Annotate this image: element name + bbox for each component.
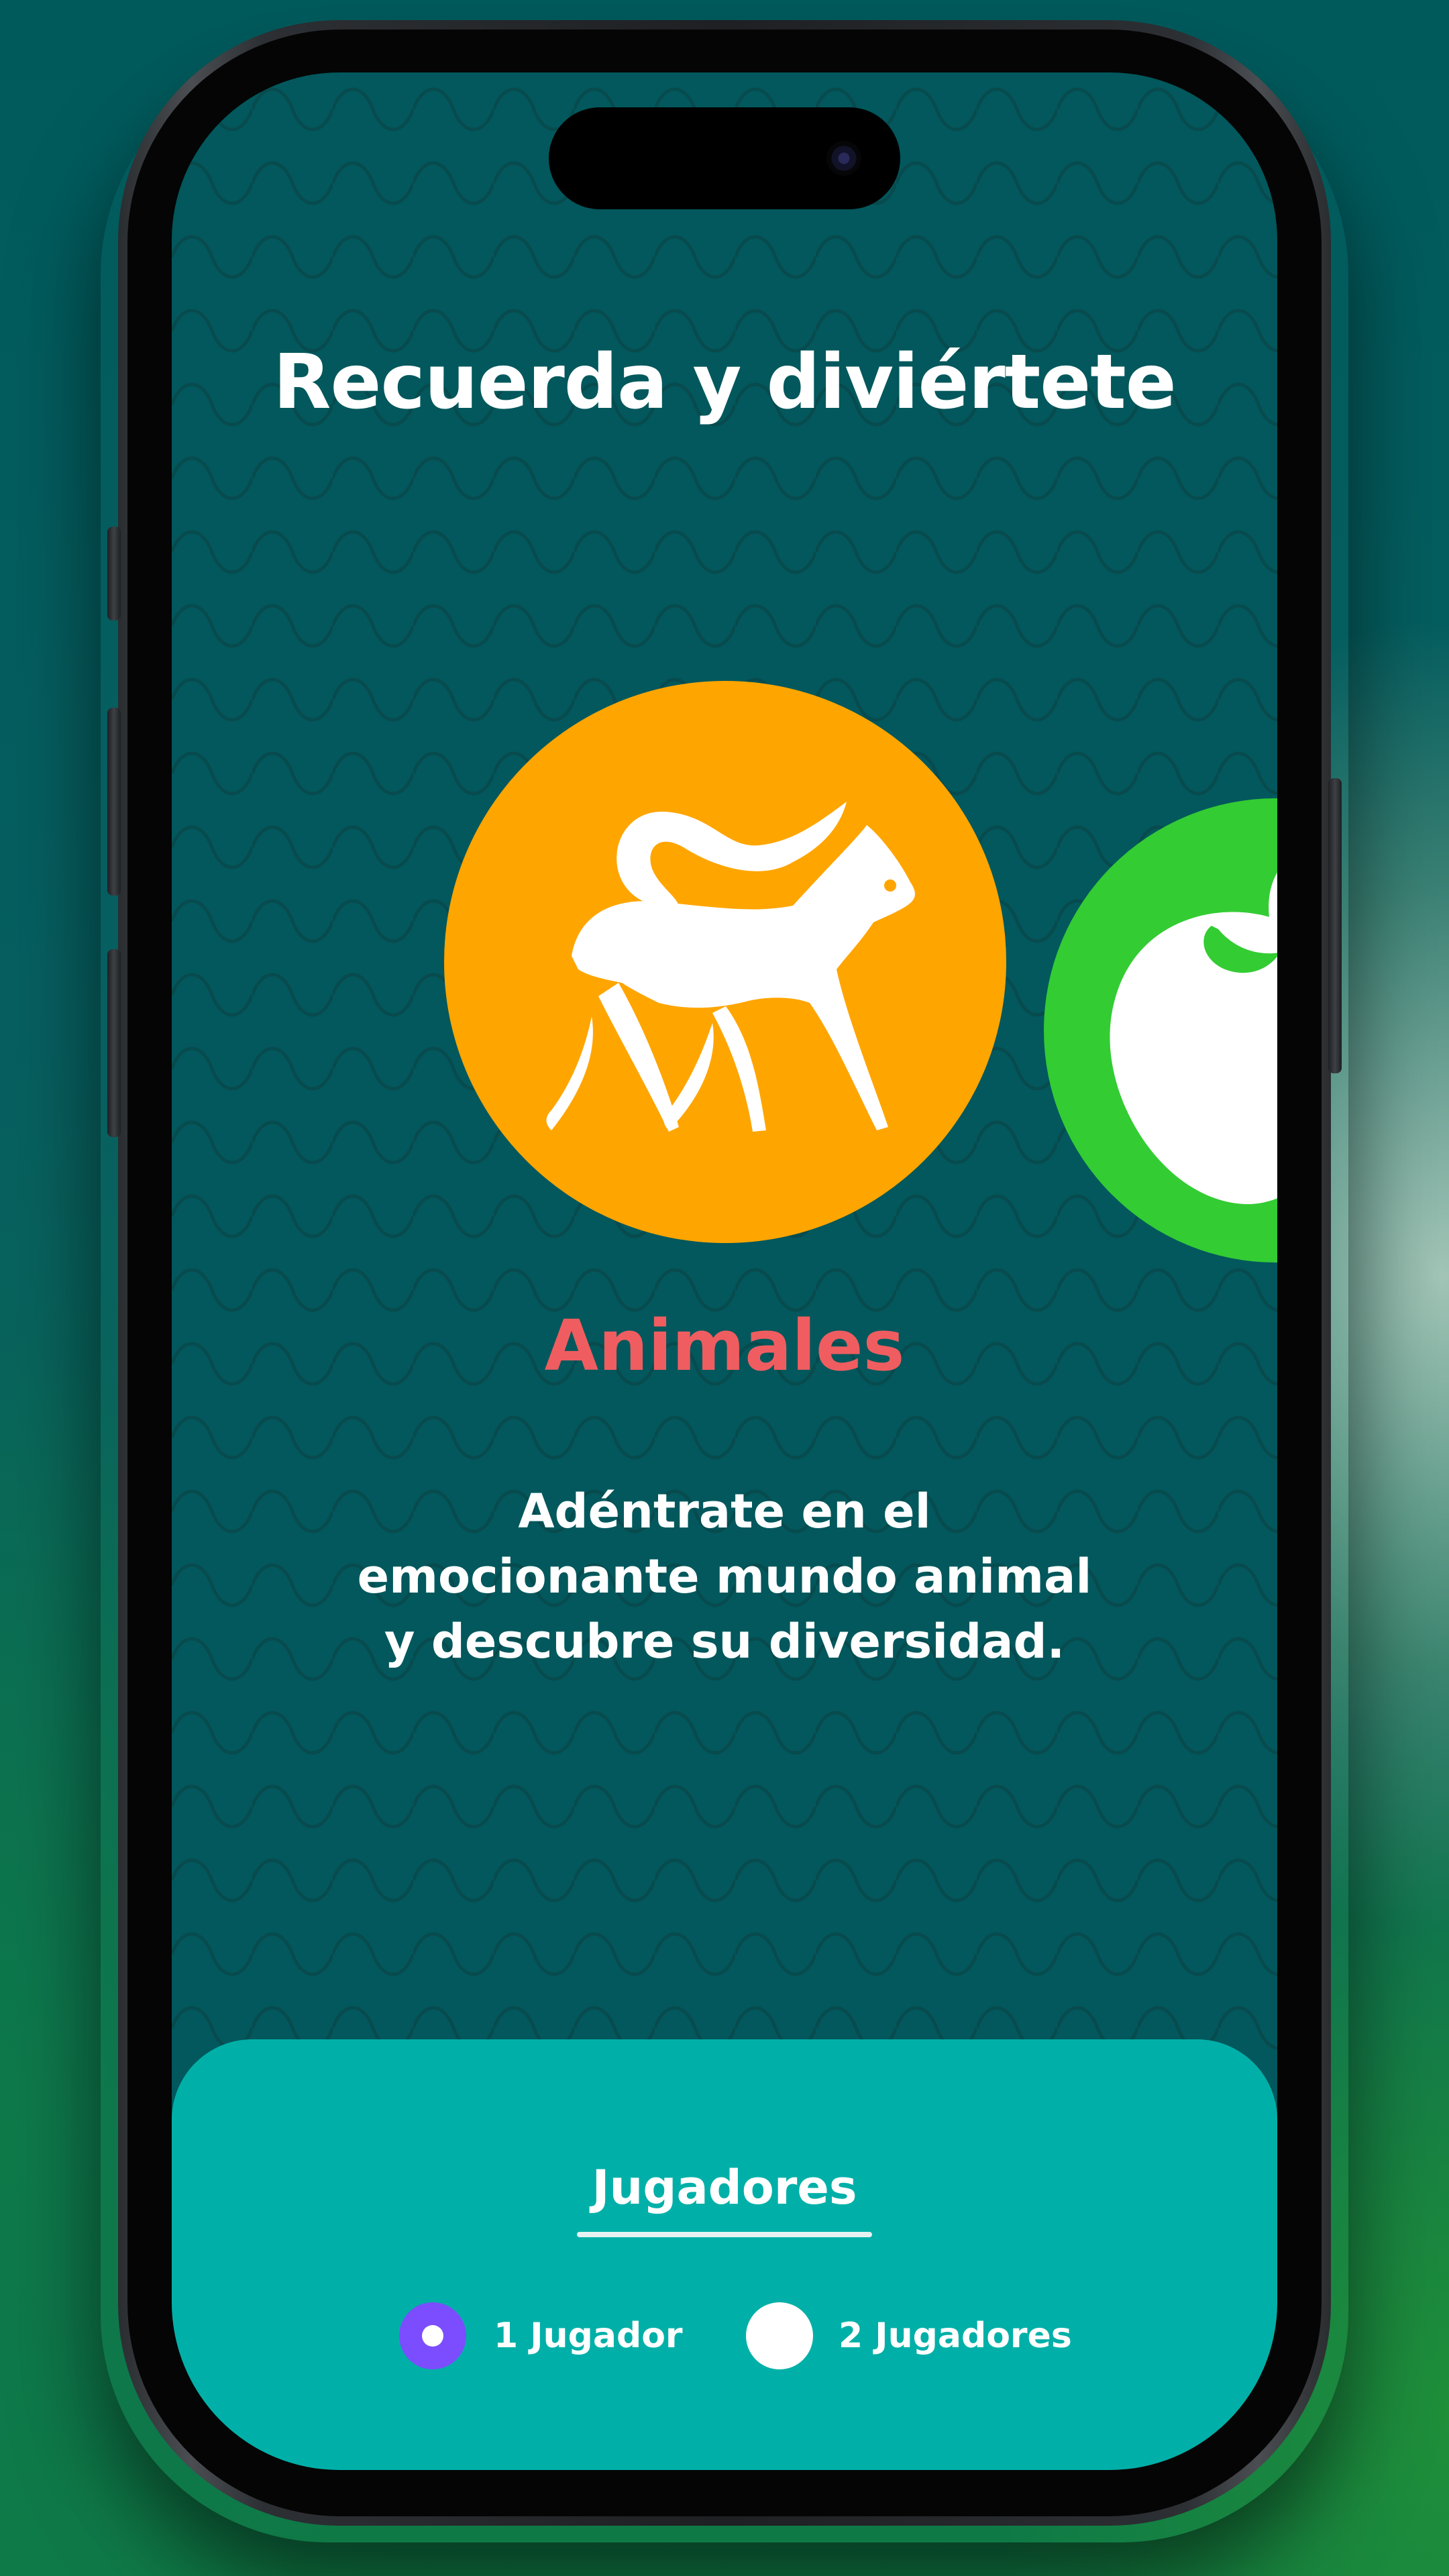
players-panel [172,2039,1277,2470]
front-camera-icon [826,141,861,176]
radio-label-1-player[interactable]: 1 Jugador [494,2316,683,2356]
volume-down-button [107,949,121,1137]
players-title: Jugadores [592,2160,857,2215]
players-underline [577,2232,872,2237]
page-title: Recuerda y diviértete [273,339,1176,426]
radio-1-player[interactable] [399,2302,466,2369]
action-button [107,527,121,621]
radio-2-players[interactable] [746,2302,813,2369]
volume-up-button [107,708,121,896]
category-title: Animales [544,1305,905,1387]
cat-icon [546,802,915,1132]
radio-label-2-players[interactable]: 2 Jugadores [839,2316,1072,2356]
category-card-animales[interactable] [444,681,1006,1243]
category-description: Adéntrate en el emocionante mundo animal… [357,1484,1092,1669]
power-button [1328,778,1342,1073]
